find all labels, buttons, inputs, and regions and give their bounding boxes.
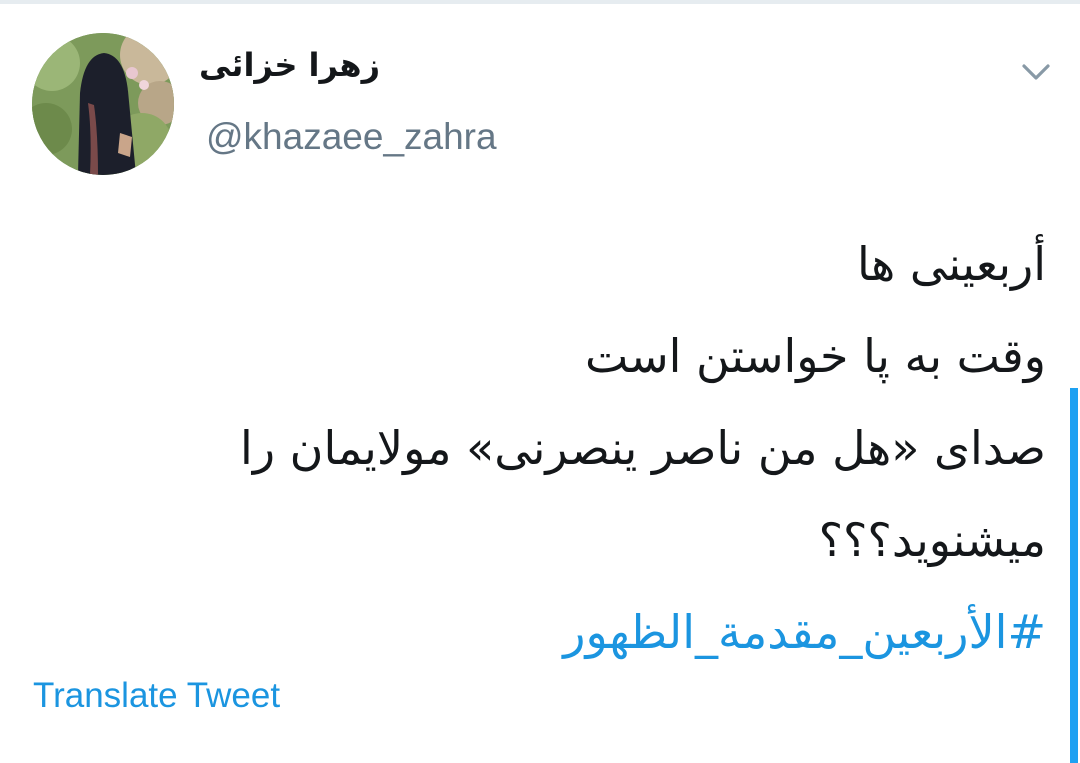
tweet-text-line: صدای «هل من ناصر ینصرنی» مولایمان را	[240, 421, 1046, 475]
author-display-name[interactable]: زهرا خزائی	[199, 46, 380, 84]
avatar-photo-icon	[32, 33, 174, 175]
tweet-menu-button[interactable]	[1014, 54, 1058, 90]
translate-tweet-link[interactable]: Translate Tweet	[33, 676, 280, 716]
chevron-down-icon	[1022, 64, 1050, 80]
tweet-text-line: میشنوید؟؟؟	[818, 513, 1046, 567]
author-handle[interactable]: @khazaee_zahra	[206, 116, 497, 158]
hashtag-link[interactable]: #الأربعین_مقدمة_الظهور	[66, 586, 1046, 678]
tweet-text-line: أربعینی ها	[857, 237, 1046, 291]
tweet-text: أربعینی ها وقت به پا خواستن است صدای «هل…	[66, 218, 1046, 678]
top-divider	[0, 0, 1080, 4]
author-avatar[interactable]	[32, 33, 174, 175]
tweet-text-line: وقت به پا خواستن است	[584, 329, 1046, 383]
scroll-indicator	[1070, 388, 1078, 763]
